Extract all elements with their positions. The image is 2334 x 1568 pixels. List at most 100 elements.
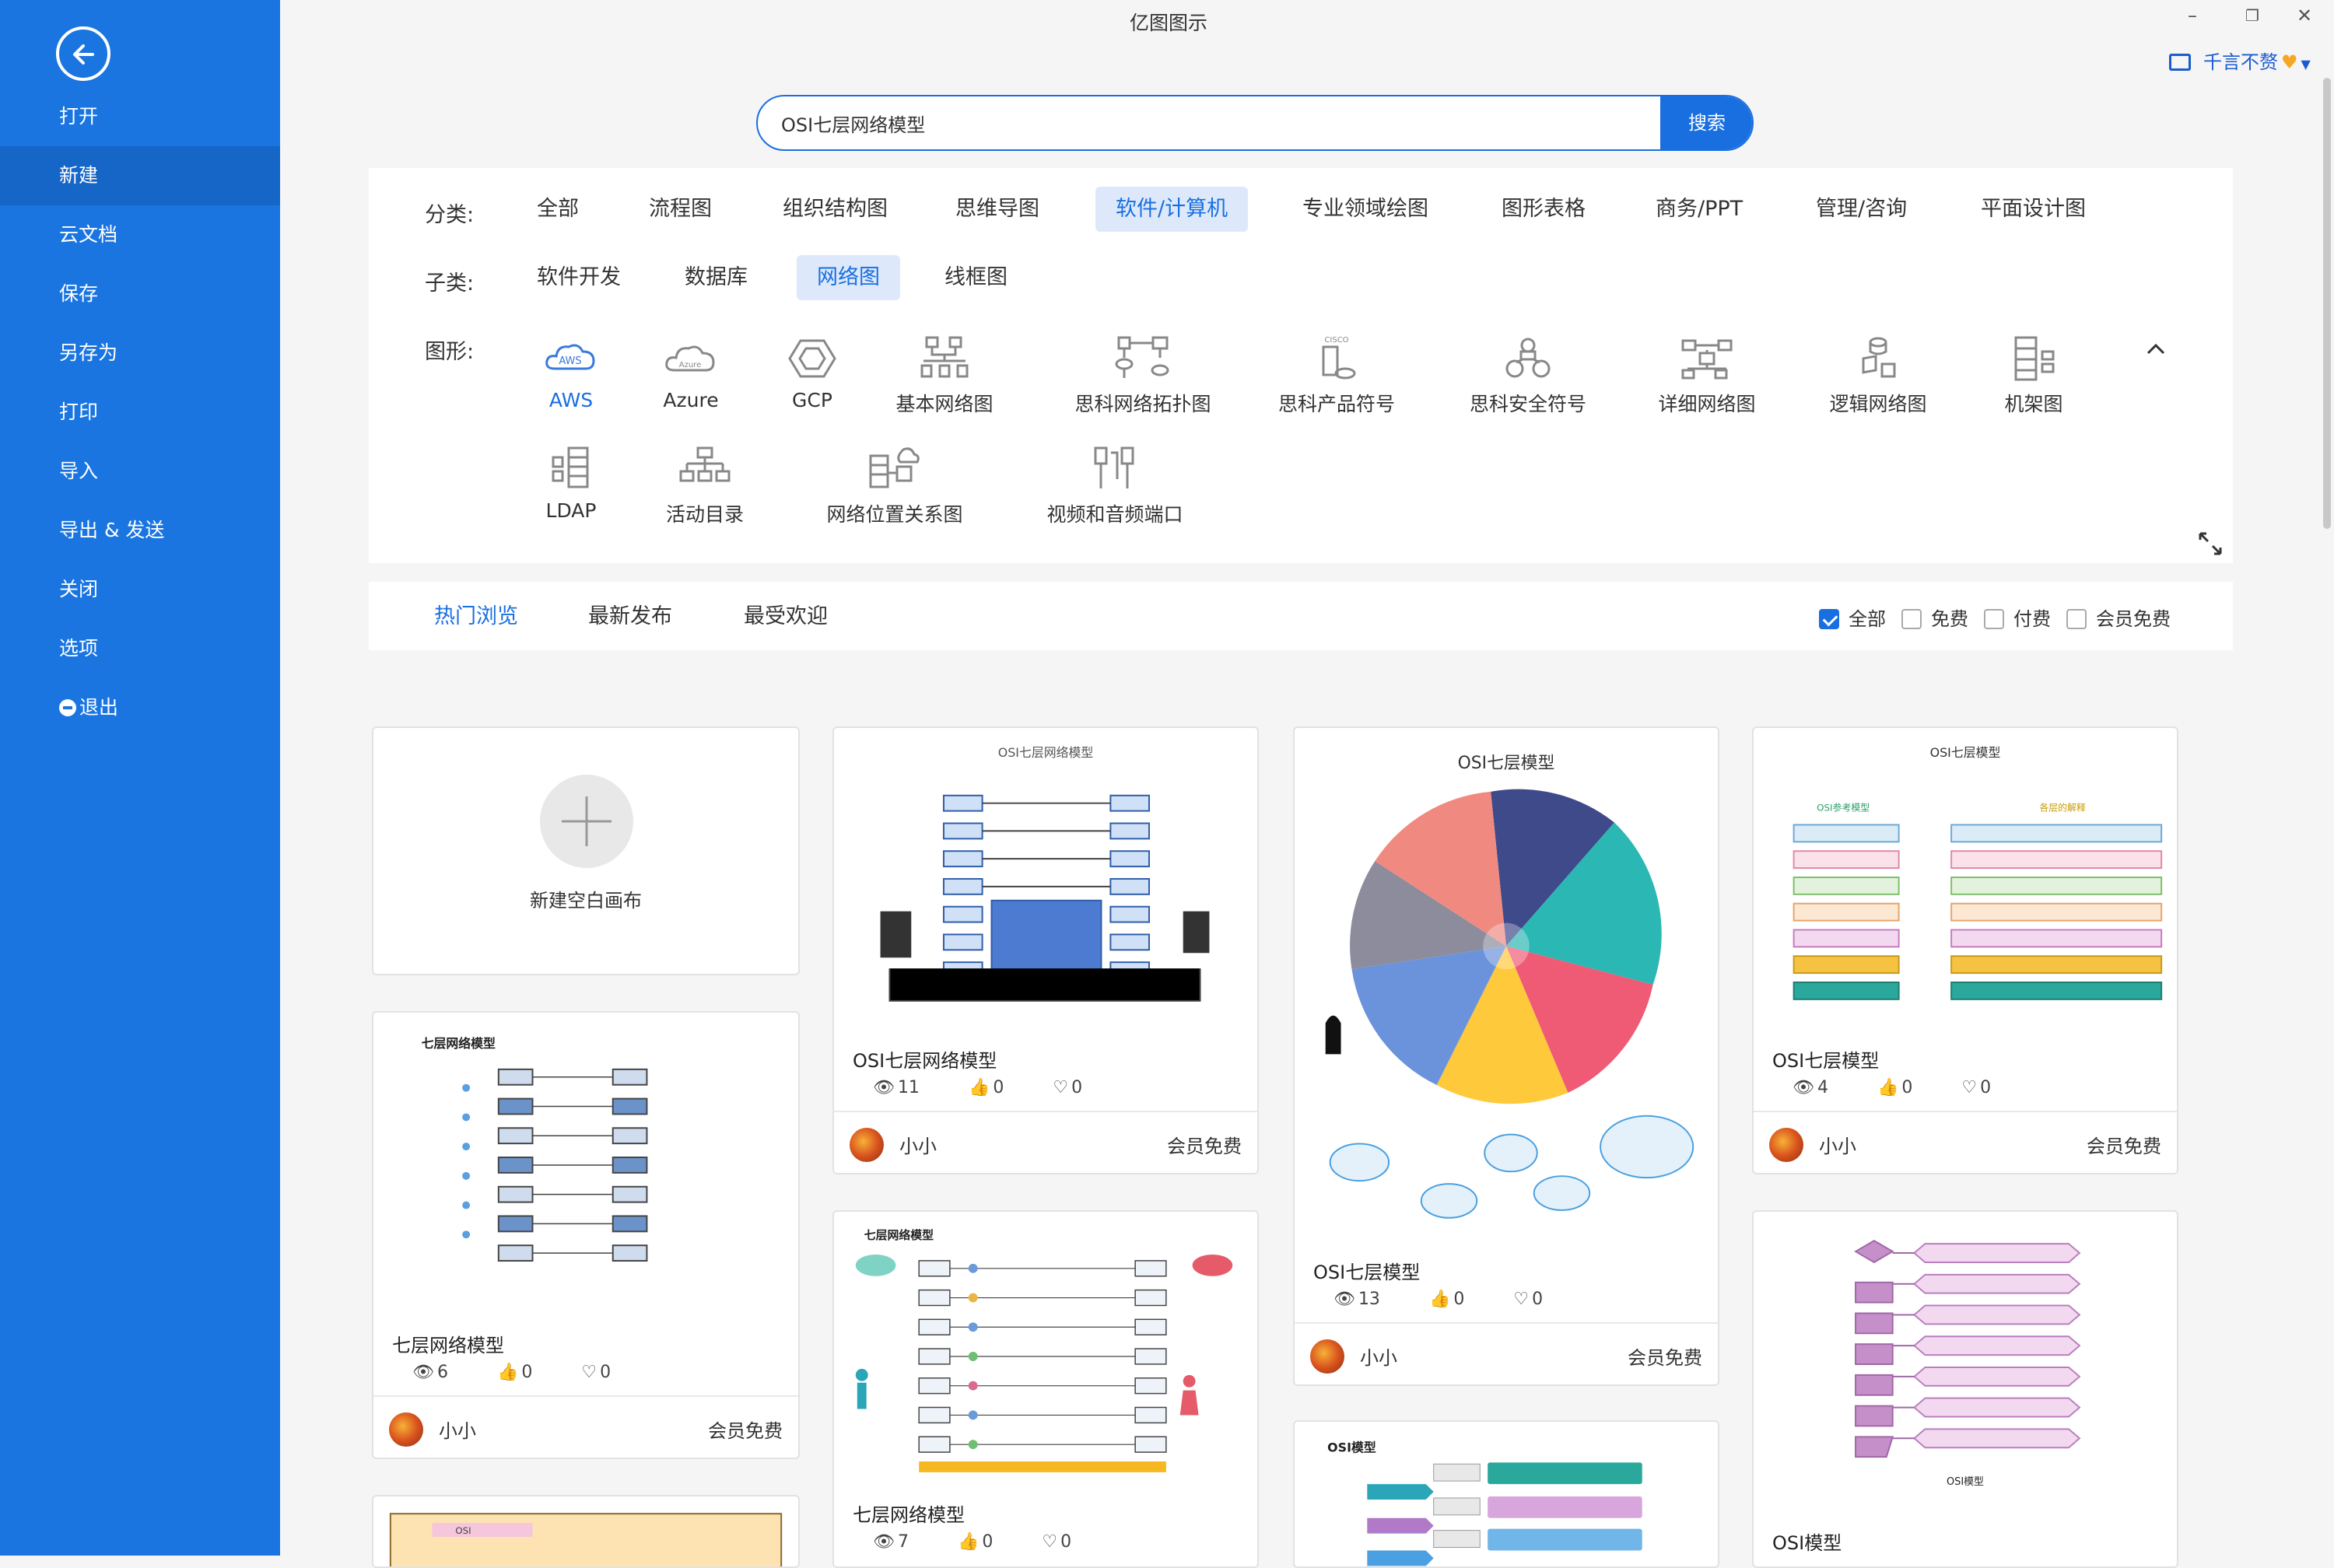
gcp-hexagon-icon <box>788 339 836 378</box>
avatar[interactable] <box>389 1412 423 1447</box>
shape-cisco-product[interactable]: CISCO 思科产品符号 <box>1273 334 1400 417</box>
search-input[interactable] <box>781 96 1715 149</box>
sidebar-item-save-as[interactable]: 另存为 <box>0 324 280 383</box>
shape-rack[interactable]: 机架图 <box>1995 334 2073 417</box>
author-name[interactable]: 小小 <box>1819 1131 1856 1158</box>
expand-icon[interactable] <box>2197 530 2224 557</box>
template-card[interactable]: OSI七层模型 OSI参考模型 各层的解释 OSI七层模型 👁 4 👍 0 ♡ 0 小… <box>1752 726 2178 1174</box>
sidebar-item-save[interactable]: 保存 <box>0 264 280 324</box>
template-card[interactable]: OSI七层网络模型 OSI七层网络模型 👁 11 👍 0 ♡ 0 小小 会员免费 <box>832 726 1259 1174</box>
heart-icon[interactable]: ♡ <box>581 1363 597 1382</box>
search-button[interactable]: 搜索 <box>1660 96 1752 149</box>
shape-aws[interactable]: AWS AWS <box>532 334 610 411</box>
sidebar-item-print[interactable]: 打印 <box>0 383 280 442</box>
user-account[interactable]: 千言不赘 ♥ ▼ <box>2169 47 2311 74</box>
category-graphic-design[interactable]: 平面设计图 <box>1961 187 2106 232</box>
template-card[interactable]: OSI七层模型 OSI七层模型 👁 13 👍 0 ♡ 0 小小 会员免费 <box>1293 726 1719 1386</box>
aws-cloud-icon: AWS <box>545 344 595 370</box>
shape-gcp[interactable]: GCP <box>773 334 851 411</box>
subcategory-database[interactable]: 数据库 <box>664 255 768 300</box>
template-card[interactable]: OSI <box>372 1495 800 1568</box>
category-professional[interactable]: 专业领域绘图 <box>1282 187 1449 232</box>
shape-azure[interactable]: Azure Azure <box>652 334 730 411</box>
like-icon[interactable]: 👍 <box>969 1078 990 1097</box>
back-button[interactable] <box>56 26 110 81</box>
tab-most-popular[interactable]: 最受欢迎 <box>744 599 828 629</box>
shape-azure-label: Azure <box>663 389 719 411</box>
heart-icon[interactable]: ♡ <box>1053 1078 1068 1097</box>
author-name[interactable]: 小小 <box>899 1131 937 1158</box>
shape-network-location[interactable]: 网络位置关系图 <box>801 445 988 527</box>
category-graphic-table[interactable]: 图形表格 <box>1481 187 1606 232</box>
sidebar-item-close[interactable]: 关闭 <box>0 560 280 619</box>
heart-icon[interactable]: ♡ <box>1042 1532 1057 1552</box>
like-icon[interactable]: 👍 <box>958 1532 979 1552</box>
detailed-network-icon <box>1681 339 1733 380</box>
view-icon: 👁 <box>1793 1078 1814 1097</box>
new-blank-canvas-card[interactable]: 新建空白画布 <box>372 726 800 975</box>
template-card[interactable]: OSI模型 OSI模型 <box>1752 1210 2178 1568</box>
template-card[interactable]: OSI模型 <box>1293 1420 1719 1568</box>
category-all[interactable]: 全部 <box>517 187 599 232</box>
filter-member-free-checkbox[interactable]: 会员免费 <box>2066 604 2171 631</box>
sidebar-item-open[interactable]: 打开 <box>0 87 280 146</box>
tab-hot-browse[interactable]: 热门浏览 <box>434 599 518 629</box>
filter-paid-checkbox[interactable]: 付费 <box>1984 604 2051 631</box>
shape-logical-network[interactable]: 逻辑网络图 <box>1825 334 1931 417</box>
avatar[interactable] <box>1310 1339 1344 1374</box>
author-name[interactable]: 小小 <box>1360 1342 1397 1370</box>
message-icon[interactable] <box>2169 54 2191 71</box>
sidebar-item-export-send[interactable]: 导出 & 发送 <box>0 501 280 560</box>
like-icon[interactable]: 👍 <box>1429 1290 1450 1309</box>
sidebar-item-import[interactable]: 导入 <box>0 442 280 501</box>
fav-count: 0 <box>1060 1532 1072 1552</box>
minimize-icon[interactable]: – <box>2188 5 2197 26</box>
close-icon[interactable]: ✕ <box>2297 5 2312 26</box>
shape-cisco-topology[interactable]: 思科网络拓扑图 <box>1069 334 1217 417</box>
category-software-computer[interactable]: 软件/计算机 <box>1095 187 1249 232</box>
add-icon[interactable] <box>540 775 633 868</box>
avatar[interactable] <box>1769 1128 1803 1162</box>
filter-all-checkbox[interactable]: 全部 <box>1819 604 1886 631</box>
heart-icon[interactable]: ♡ <box>1513 1290 1529 1309</box>
filter-free-checkbox[interactable]: 免费 <box>1901 604 1968 631</box>
shape-ldap[interactable]: LDAP <box>532 445 610 522</box>
scrollbar[interactable] <box>2323 78 2331 529</box>
like-icon[interactable]: 👍 <box>1877 1078 1898 1097</box>
heart-icon[interactable]: ♡ <box>1961 1078 1977 1097</box>
tab-latest[interactable]: 最新发布 <box>588 599 672 629</box>
shape-active-directory[interactable]: 活动目录 <box>652 445 758 527</box>
template-stats: 👁 11 👍 0 ♡ 0 <box>873 1078 1126 1097</box>
like-icon[interactable]: 👍 <box>497 1363 518 1382</box>
restore-icon[interactable]: ❐ <box>2245 6 2259 25</box>
thumbnail-title: OSI七层模型 <box>1930 745 2001 760</box>
category-flowchart[interactable]: 流程图 <box>629 187 732 232</box>
category-org-chart[interactable]: 组织结构图 <box>762 187 908 232</box>
thumbnail-title: OSI模型 <box>1327 1440 1376 1454</box>
avatar[interactable] <box>850 1128 884 1162</box>
sidebar-item-new[interactable]: 新建 <box>0 146 280 205</box>
shape-basic-network[interactable]: 基本网络图 <box>892 334 997 417</box>
sidebar-item-cloud-docs[interactable]: 云文档 <box>0 205 280 264</box>
category-mind-map[interactable]: 思维导图 <box>935 187 1060 232</box>
shape-cisco-security[interactable]: 思科安全符号 <box>1464 334 1592 417</box>
author-name[interactable]: 小小 <box>439 1416 476 1443</box>
template-stats: 👁 6 👍 0 ♡ 0 <box>412 1363 654 1382</box>
chevron-down-icon[interactable]: ▼ <box>2301 57 2311 72</box>
collapse-chevron-up-icon[interactable] <box>2144 338 2168 361</box>
category-management[interactable]: 管理/咨询 <box>1796 187 1927 232</box>
template-thumbnail: 七层网络模型 <box>422 1036 648 1262</box>
network-location-icon <box>869 447 920 488</box>
template-card[interactable]: 七层网络模型 七层网络模型 👁 6 👍 0 ♡ 0 小小 会员免费 <box>372 1011 800 1459</box>
subcategory-wireframe[interactable]: 线框图 <box>924 255 1028 300</box>
template-thumbnail: OSI七层网络模型 <box>880 745 1210 1002</box>
sidebar-item-options[interactable]: 选项 <box>0 619 280 678</box>
sidebar-item-exit[interactable]: 退出 <box>0 678 280 737</box>
shape-label: 图形: <box>425 340 475 364</box>
subcategory-network[interactable]: 网络图 <box>797 255 900 300</box>
subcategory-software-dev[interactable]: 软件开发 <box>517 255 641 300</box>
shape-av-ports[interactable]: 视频和音频端口 <box>1018 445 1212 527</box>
shape-detailed-network[interactable]: 详细网络图 <box>1654 334 1760 417</box>
template-card[interactable]: 七层网络模型 七层网络模型 👁 7 👍 0 ♡ 0 <box>832 1210 1259 1568</box>
category-business-ppt[interactable]: 商务/PPT <box>1635 187 1763 232</box>
